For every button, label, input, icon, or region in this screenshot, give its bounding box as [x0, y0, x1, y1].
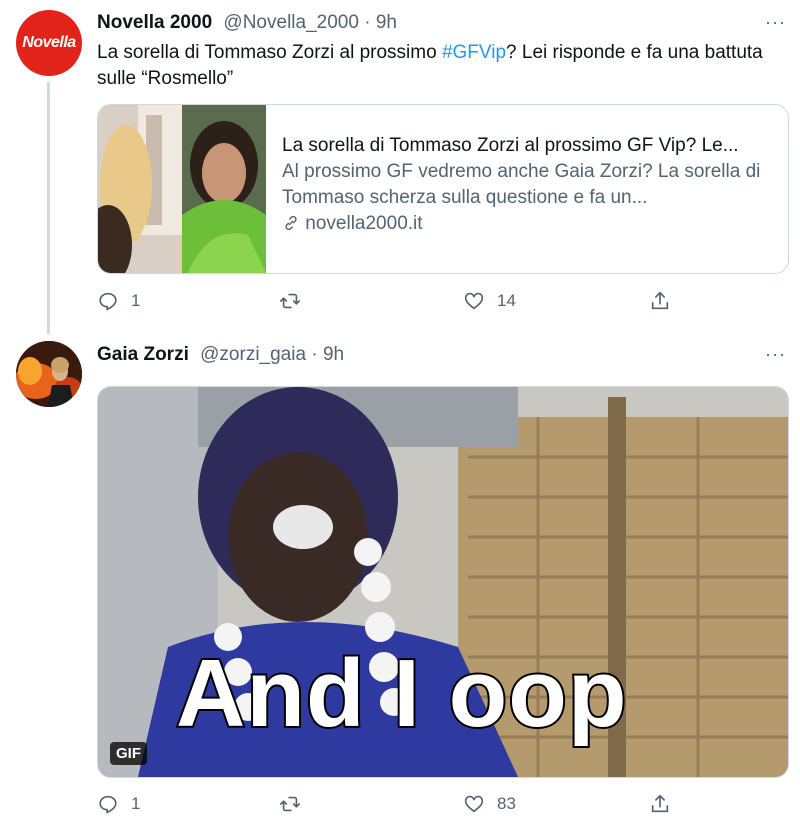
tweet-header: Novella 2000 @Novella_2000 · 9h [97, 12, 397, 34]
tweet-header: Gaia Zorzi @zorzi_gaia · 9h [97, 344, 344, 366]
tweet-actions: 1 83 [97, 793, 677, 817]
share-icon [651, 291, 669, 310]
tweet-time[interactable]: 9h [323, 344, 344, 365]
tweet-gaia[interactable]: Gaia Zorzi @zorzi_gaia · 9h ··· And I oo… [0, 335, 800, 830]
heart-icon [464, 795, 484, 813]
retweet-icon [280, 293, 300, 309]
reply-button[interactable]: 1 [97, 290, 140, 312]
share-button[interactable] [649, 793, 671, 815]
reply-count: 1 [131, 794, 141, 813]
heart-icon [464, 292, 484, 310]
link-icon [282, 213, 305, 234]
reply-count: 1 [131, 291, 141, 310]
tweet-time[interactable]: 9h [376, 12, 397, 33]
reply-icon [99, 795, 117, 814]
retweet-button[interactable] [279, 290, 313, 312]
novella-logo-text: Novella [22, 34, 76, 51]
card-description: Al prossimo GF vedremo anche Gaia Zorzi?… [282, 161, 761, 208]
author-name[interactable]: Gaia Zorzi [97, 344, 189, 365]
like-button[interactable]: 14 [463, 290, 516, 312]
author-handle[interactable]: @zorzi_gaia [200, 344, 306, 365]
card-body: La sorella di Tommaso Zorzi al prossimo … [282, 133, 782, 237]
retweet-icon [280, 796, 300, 812]
tweet-novella[interactable]: Novella Novella 2000 @Novella_2000 · 9h … [0, 0, 800, 335]
more-options-icon[interactable]: ··· [765, 12, 786, 33]
link-card[interactable]: La sorella di Tommaso Zorzi al prossimo … [97, 104, 789, 274]
separator-dot: · [311, 344, 318, 365]
share-button[interactable] [649, 290, 671, 312]
card-domain-text: novella2000.it [305, 213, 423, 234]
more-options-icon[interactable]: ··· [765, 344, 786, 365]
share-icon [651, 794, 669, 813]
gif-caption: And I oop [174, 638, 629, 749]
gaia-avatar[interactable] [16, 341, 82, 407]
like-count: 83 [497, 794, 516, 813]
card-thumbnail [98, 105, 266, 273]
tweet-text: La sorella di Tommaso Zorzi al prossimo … [97, 40, 787, 92]
separator-dot: · [364, 12, 371, 33]
retweet-button[interactable] [279, 793, 313, 815]
author-handle[interactable]: @Novella_2000 [223, 12, 359, 33]
thread-line [47, 82, 50, 334]
reply-icon [99, 292, 117, 311]
gif-badge: GIF [110, 742, 147, 765]
tweet-actions: 1 14 [97, 290, 677, 314]
tweet-text-part: La sorella di Tommaso Zorzi al prossimo [97, 42, 442, 63]
like-button[interactable]: 83 [463, 793, 516, 815]
like-count: 14 [497, 291, 516, 310]
card-domain: novella2000.it [282, 211, 782, 237]
reply-button[interactable]: 1 [97, 793, 140, 815]
gif-media[interactable]: And I oop GIF [97, 386, 789, 778]
card-title: La sorella di Tommaso Zorzi al prossimo … [282, 135, 739, 156]
hashtag-link[interactable]: #GFVip [442, 42, 506, 63]
novella-avatar[interactable]: Novella [16, 10, 82, 76]
author-name[interactable]: Novella 2000 [97, 12, 212, 33]
